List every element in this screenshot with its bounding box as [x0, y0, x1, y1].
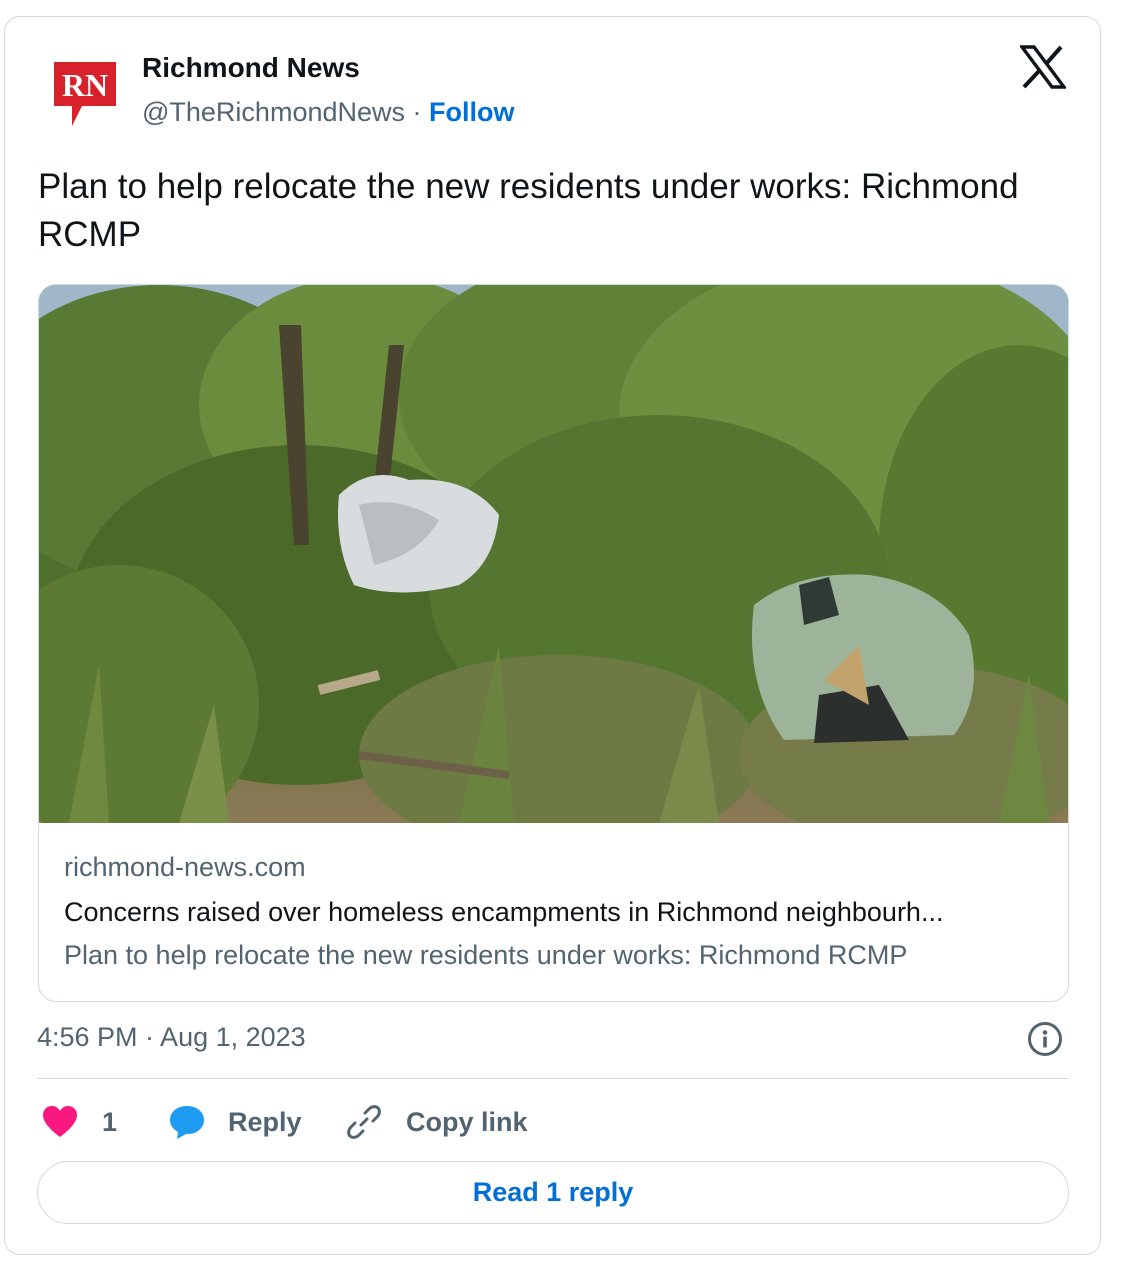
link-preview-card[interactable]: richmond-news.com Concerns raised over h… — [38, 284, 1069, 1002]
speech-bubble-icon — [170, 1106, 204, 1139]
rn-logo-icon[interactable]: RN — [52, 60, 118, 130]
copy-link-label: Copy link — [406, 1106, 528, 1137]
link-description: Plan to help relocate the new residents … — [64, 940, 908, 970]
link-domain: richmond-news.com — [64, 852, 306, 882]
author-name[interactable]: Richmond News — [142, 52, 360, 84]
x-logo-icon[interactable] — [1020, 44, 1066, 90]
divider — [37, 1078, 1069, 1079]
reply-button[interactable]: Reply — [168, 1098, 302, 1146]
logo-text: RN — [62, 67, 108, 103]
separator-dot: · — [412, 97, 422, 127]
heart-icon — [43, 1106, 77, 1137]
read-reply-button[interactable]: Read 1 reply — [37, 1161, 1069, 1224]
tweet-text: Plan to help relocate the new residents … — [38, 167, 1019, 254]
copy-link-button[interactable]: Copy link — [346, 1098, 528, 1146]
like-count: 1 — [102, 1106, 118, 1137]
tweet-timestamp[interactable]: 4:56 PM · Aug 1, 2023 — [37, 1022, 306, 1053]
reply-label: Reply — [228, 1106, 302, 1137]
author-handle-row: @TheRichmondNews · Follow — [142, 97, 515, 128]
link-title: Concerns raised over homeless encampment… — [64, 897, 944, 927]
author-handle[interactable]: @TheRichmondNews — [142, 97, 405, 127]
link-icon — [347, 1105, 381, 1139]
follow-button[interactable]: Follow — [429, 97, 514, 127]
info-icon[interactable] — [1026, 1020, 1064, 1058]
like-button[interactable]: 1 — [42, 1098, 117, 1146]
article-photo — [39, 285, 1068, 823]
